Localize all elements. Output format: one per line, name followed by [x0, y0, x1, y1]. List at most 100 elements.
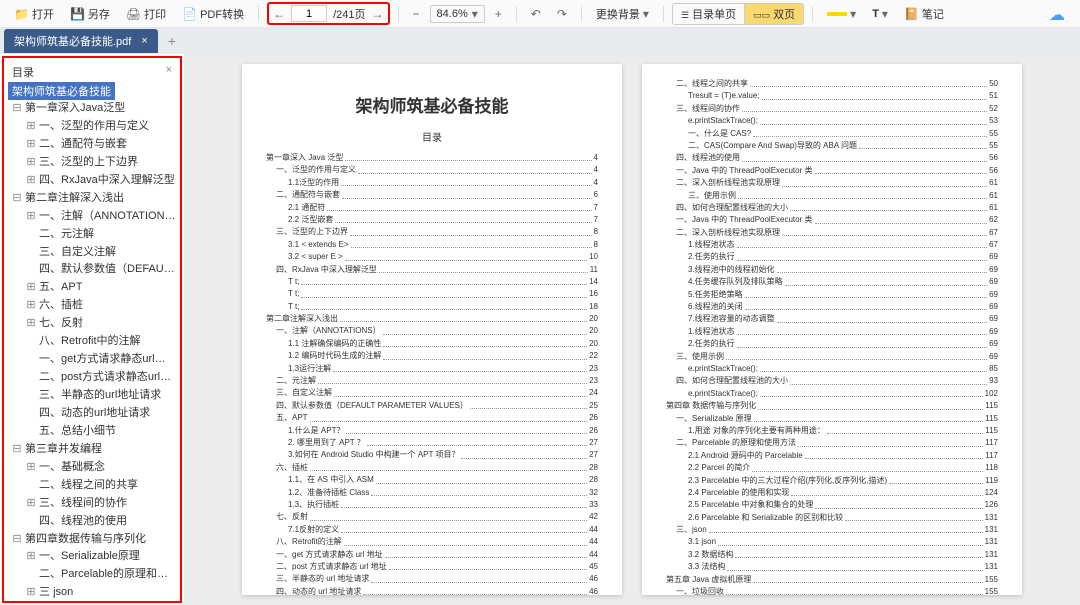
toc-line: 二、通配符与嵌套6 — [266, 189, 598, 201]
doublepage-view-button[interactable]: ▭▭ 双页 — [745, 3, 804, 25]
replace-bg-button[interactable]: 更换背景▾ — [590, 4, 655, 24]
page-viewport[interactable]: 架构师筑基必备技能 目录 第一章深入 Java 泛型4一、泛型的作用与定义41.… — [184, 54, 1080, 605]
pdf-page-2: 二、线程之间的共享50Tresult = (T)e.value;51三、线程间的… — [642, 64, 1022, 595]
toc-item[interactable]: ⊞ 七、反射 — [8, 315, 176, 333]
toc-root[interactable]: 架构师筑基必备技能 — [8, 82, 115, 100]
toc-item[interactable]: ⊞ 一、基础概念 — [8, 459, 176, 477]
toc-item[interactable]: 四、动态的url地址请求 — [8, 405, 176, 423]
catalog-view-button[interactable]: ☰ 目录单页 — [672, 3, 745, 25]
toc-line: e.printStackTrace();102 — [666, 388, 998, 400]
separator — [581, 6, 582, 22]
toc-sidebar[interactable]: 目录 × 架构师筑基必备技能 ⊟ 第一章深入Java泛型⊞ 一、泛型的作用与定义… — [2, 56, 182, 603]
open-button[interactable]: 📁打开 — [8, 4, 60, 24]
toc-line: 3.2 < super E >10 — [266, 251, 598, 263]
page-navigation: ← /241页 → — [267, 2, 389, 25]
toc-item[interactable]: 四、线程池的使用 — [8, 513, 176, 531]
toc-line: 2.2 Parcel 的简介118 — [666, 462, 998, 474]
toc-line: 2.3 Parcelable 中的三大过程介绍(序列化,反序列化,描述)119 — [666, 475, 998, 487]
zoom-in-icon[interactable]: + — [489, 5, 508, 23]
next-arrow-icon[interactable]: → — [372, 7, 384, 21]
toc-item[interactable]: ⊞ 一、Serializable原理 — [8, 548, 176, 566]
print-button[interactable]: 🖨打印 — [120, 4, 172, 24]
toc-item[interactable]: 四、默认参数值（DEFAULT PARAMET — [8, 261, 176, 279]
toc-item[interactable]: 八、Retrofit中的注解 — [8, 333, 176, 351]
toc-item[interactable]: ⊞ 四、RxJava中深入理解泛型 — [8, 172, 176, 190]
toc-line: 三、使用示例69 — [666, 351, 998, 363]
total-pages: /241页 — [333, 6, 365, 22]
toc-line: 1.3、执行插桩33 — [266, 499, 598, 511]
toc-item[interactable]: ⊞ 五、APT — [8, 279, 176, 297]
toc-line: 六、插桩28 — [266, 462, 598, 474]
add-tab-button[interactable]: + — [158, 31, 186, 51]
zoom-dropdown[interactable]: 84.6%▾ — [430, 5, 485, 23]
toc-item[interactable]: ⊞ 二、通配符与嵌套 — [8, 136, 176, 154]
toc-line: 7.线程池容量的动态调整69 — [666, 313, 998, 325]
zoom-value: 84.6% — [437, 8, 468, 20]
separator — [812, 6, 813, 22]
text-tool-button[interactable]: T▾ — [866, 5, 894, 23]
toc-line: 3.线程池中的线程初始化69 — [666, 264, 998, 276]
toc-line: 二、Parcelable 的原理和使用方法117 — [666, 437, 998, 449]
highlight-button[interactable]: ▾ — [821, 5, 862, 23]
toc-item[interactable]: 一、get方式请求静态url地址 — [8, 351, 176, 369]
toc-item[interactable]: 二、post方式请求静态url地址 — [8, 369, 176, 387]
toc-item[interactable]: ⊟ 第一章深入Java泛型 — [8, 100, 176, 118]
toc-line: 3.1 < extends E>8 — [266, 239, 598, 251]
toc-item[interactable]: ⊟ 第三章并发编程 — [8, 441, 176, 459]
toc-item[interactable]: ⊞ 三 json — [8, 584, 176, 602]
toc-line: 三、半静态的 url 地址请求46 — [266, 573, 598, 585]
pdfconvert-button[interactable]: 📄PDF转换 — [176, 4, 250, 24]
toc-item[interactable]: ⊞ 一、注解（ANNOTATIONS） — [8, 208, 176, 226]
toc-line: 5.任务拒绝策略69 — [666, 289, 998, 301]
toc-line: 二、深入剖析线程池实现原理67 — [666, 227, 998, 239]
toc-item[interactable]: 二、元注解 — [8, 226, 176, 244]
saveas-button[interactable]: 💾另存 — [64, 4, 116, 24]
chevron-down-icon: ▾ — [643, 7, 649, 21]
page-input[interactable] — [291, 5, 327, 22]
cloud-icon[interactable]: ☁ — [1049, 5, 1065, 25]
page1-toc: 第一章深入 Java 泛型4一、泛型的作用与定义41.1泛型的作用4二、通配符与… — [266, 152, 598, 595]
toc-line: 七、反射42 — [266, 511, 598, 523]
toc-line: T t;16 — [266, 288, 598, 300]
toc-item[interactable]: 五、总结小细节 — [8, 423, 176, 441]
toc-line: 四、默认参数值（DEFAULT PARAMETER VALUES）25 — [266, 400, 598, 412]
toc-item[interactable]: ⊟ 第二章注解深入浅出 — [8, 190, 176, 208]
zoom-out-icon[interactable]: − — [407, 5, 426, 23]
toc-line: 一、什么是 CAS?55 — [666, 128, 998, 140]
toc-item[interactable]: 二、Parcelable的原理和使用方法 — [8, 566, 176, 584]
toc-line: 四、如何合理配置线程池的大小61 — [666, 202, 998, 214]
toc-line: 1.1泛型的作用4 — [266, 177, 598, 189]
toc-item[interactable]: ⊟ 第五章 Java虚拟机原理 — [8, 602, 176, 603]
prev-arrow-icon[interactable]: ← — [273, 7, 285, 21]
print-icon: 🖨 — [126, 7, 141, 21]
replace-bg-label: 更换背景 — [596, 6, 640, 22]
toc-item[interactable]: ⊞ 三、泛型的上下边界 — [8, 154, 176, 172]
toc-line: 一、注解（ANNOTATIONS）20 — [266, 325, 598, 337]
notes-button[interactable]: 📔笔记 — [898, 4, 950, 24]
save-icon: 💾 — [70, 7, 85, 21]
toc-line: 6.线程池的关闭69 — [666, 301, 998, 313]
folder-icon: 📁 — [14, 7, 29, 21]
rotate-left-icon[interactable]: ↶ — [525, 5, 547, 23]
toc-line: e.printStackTrace();85 — [666, 363, 998, 375]
document-tab[interactable]: 架构师筑基必备技能.pdf × — [4, 29, 158, 53]
tab-bar: 架构师筑基必备技能.pdf × + — [0, 28, 1080, 54]
toc-item[interactable]: 二、线程之间的共享 — [8, 477, 176, 495]
toc-item[interactable]: ⊞ 六、插桩 — [8, 297, 176, 315]
toc-line: 3.如何在 Android Studio 中构建一个 APT 项目？27 — [266, 449, 598, 461]
toc-line: 二、CAS(Compare And Swap)导致的 ABA 问题55 — [666, 140, 998, 152]
toc-item[interactable]: ⊞ 三、线程间的协作 — [8, 495, 176, 513]
toc-line: Tresult = (T)e.value;51 — [666, 90, 998, 102]
toc-item[interactable]: 三、半静态的url地址请求 — [8, 387, 176, 405]
doc-title: 架构师筑基必备技能 — [266, 92, 598, 117]
rotate-right-icon[interactable]: ↷ — [551, 5, 573, 23]
toc-line: 2. 哪里用到了 APT ？27 — [266, 437, 598, 449]
chevron-down-icon: ▾ — [850, 7, 856, 21]
toc-line: 2.2 泛型嵌套7 — [266, 214, 598, 226]
content-area: 目录 × 架构师筑基必备技能 ⊟ 第一章深入Java泛型⊞ 一、泛型的作用与定义… — [0, 54, 1080, 605]
toc-item[interactable]: 三、自定义注解 — [8, 244, 176, 262]
close-icon[interactable]: × — [166, 64, 172, 80]
close-icon[interactable]: × — [141, 35, 147, 47]
toc-item[interactable]: ⊟ 第四章数据传输与序列化 — [8, 531, 176, 549]
toc-item[interactable]: ⊞ 一、泛型的作用与定义 — [8, 118, 176, 136]
